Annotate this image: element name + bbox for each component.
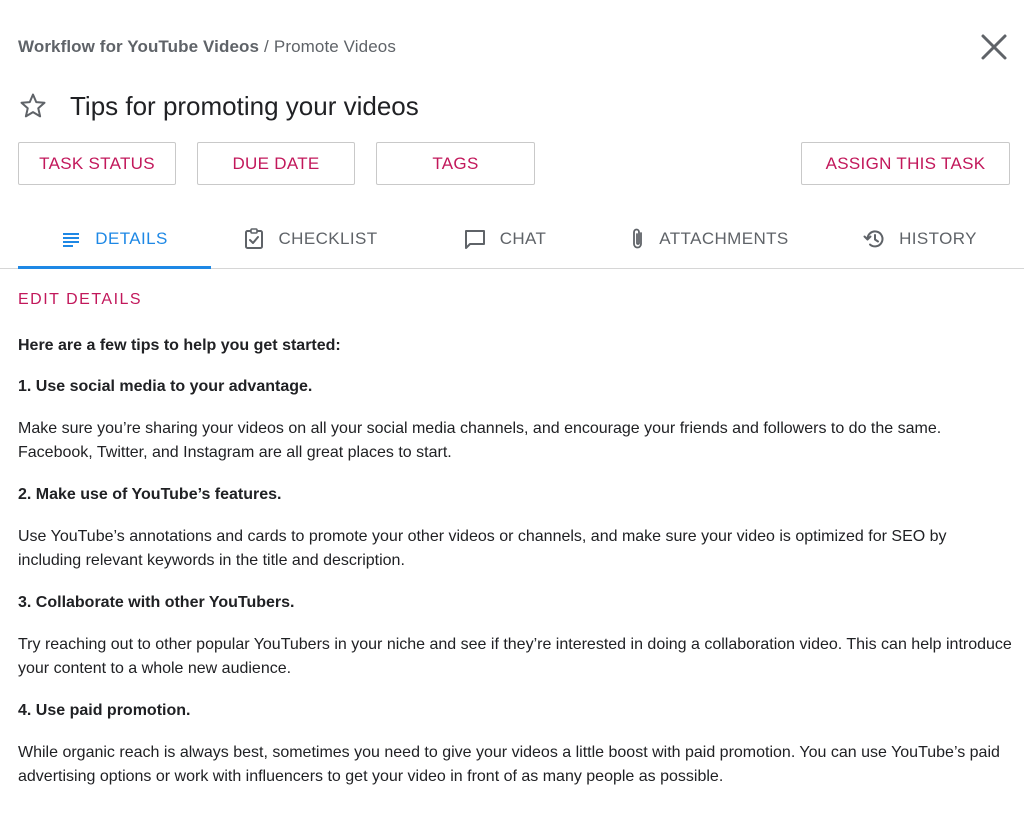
tip-heading: 2. Make use of YouTube’s features. [18, 486, 282, 503]
close-button[interactable] [980, 33, 1008, 61]
assign-task-button[interactable]: ASSIGN THIS TASK [801, 142, 1010, 185]
clipboard-check-icon [245, 228, 264, 249]
breadcrumb-separator: / [264, 37, 269, 56]
tab-history[interactable]: HISTORY [845, 210, 995, 268]
edit-details-link[interactable]: EDIT DETAILS [18, 291, 142, 309]
breadcrumb-parent-link[interactable]: Workflow for YouTube Videos [18, 37, 259, 56]
tab-bar: DETAILS CHECKLIST CHAT ATTACHMENTS HISTO… [0, 210, 1024, 269]
task-description: Here are a few tips to help you get star… [18, 334, 1013, 807]
tab-checklist[interactable]: CHECKLIST [226, 210, 396, 268]
tags-button[interactable]: TAGS [376, 142, 535, 185]
breadcrumb-current: Promote Videos [273, 37, 396, 56]
tip-heading: 3. Collaborate with other YouTubers. [18, 594, 295, 611]
tab-checklist-label: CHECKLIST [278, 229, 378, 248]
history-icon [863, 230, 884, 248]
breadcrumb: Workflow for YouTube Videos / Promote Vide… [18, 37, 396, 57]
tip-heading: 1. Use social media to your advantage. [18, 378, 313, 395]
intro-text: Here are a few tips to help you get star… [18, 337, 341, 354]
task-status-button[interactable]: TASK STATUS [18, 142, 176, 185]
lines-icon [63, 233, 80, 247]
paperclip-icon [633, 228, 643, 249]
star-outline-icon[interactable] [18, 91, 48, 121]
tab-chat[interactable]: CHAT [440, 210, 570, 268]
tip-body: While organic reach is always best, some… [18, 744, 1000, 785]
due-date-button[interactable]: DUE DATE [197, 142, 355, 185]
title-row: Tips for promoting your videos [18, 88, 419, 124]
tip-body: Try reaching out to other popular YouTub… [18, 636, 1012, 677]
chat-bubble-icon [464, 230, 485, 249]
tab-details-label: DETAILS [95, 229, 168, 248]
tab-details[interactable]: DETAILS [18, 210, 211, 269]
tip-body: Make sure you’re sharing your videos on … [18, 420, 942, 461]
close-icon [981, 34, 1007, 60]
tip-heading: 4. Use paid promotion. [18, 702, 191, 719]
tab-attachments[interactable]: ATTACHMENTS [605, 210, 815, 268]
tab-chat-label: CHAT [499, 229, 547, 248]
tip-body: Use YouTube’s annotations and cards to p… [18, 528, 947, 569]
tab-attachments-label: ATTACHMENTS [659, 229, 789, 248]
tab-history-label: HISTORY [899, 229, 977, 248]
page-title: Tips for promoting your videos [70, 90, 419, 121]
